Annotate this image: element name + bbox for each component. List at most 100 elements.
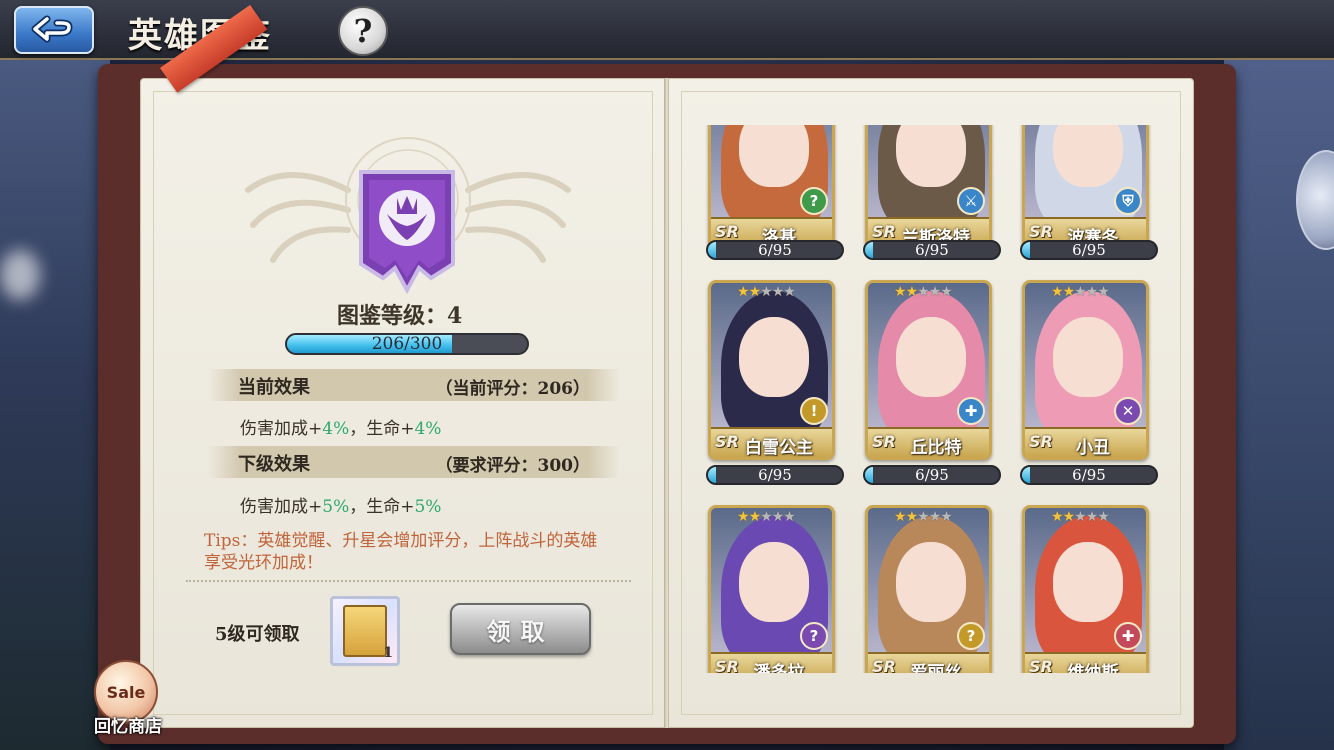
star-icon: ★ — [940, 284, 953, 300]
hero-rarity: SR — [872, 222, 896, 241]
hero-card[interactable]: ★★★★★! SR 白雪公主 — [708, 280, 835, 460]
current-effect-header: 当前效果 （当前评分：206） — [208, 369, 620, 401]
hero-face — [1053, 125, 1123, 187]
hero-rarity: SR — [872, 432, 896, 451]
star-icon: ★ — [771, 509, 785, 525]
cross-icon: ✚ — [1114, 622, 1142, 650]
hero-card[interactable]: ★★★★★ ✚ SR 丘比特 — [865, 280, 992, 460]
hero-name-plate: SR 白雪公主 — [711, 427, 832, 458]
hero-card[interactable]: ★★★★★?SR洛基 — [708, 125, 835, 250]
effect-damage-label: 伤害加成+ — [240, 497, 323, 517]
hero-fragment-text: 6/95 — [1072, 466, 1106, 484]
hero-name: 维纳斯 — [1067, 663, 1119, 673]
hero-face — [739, 542, 809, 622]
star-icon: ★ — [1051, 509, 1064, 525]
star-icon: ★ — [783, 509, 796, 525]
hero-rarity: SR — [1029, 657, 1053, 673]
blade-icon: ! — [800, 397, 828, 425]
hero-fragment-bar: 6/95 — [706, 465, 844, 485]
hero-name-plate: SR 丘比特 — [868, 427, 989, 457]
question-icon: ? — [800, 187, 828, 215]
star-icon: ★ — [1097, 284, 1110, 300]
collection-level-label: 图鉴等级：4 — [337, 303, 463, 329]
hero-face — [739, 317, 809, 397]
star-icon: ★ — [894, 284, 907, 300]
question-icon: ? — [957, 622, 985, 650]
hero-card[interactable]: ★★★★★ ✕ SR 小丑 — [1022, 280, 1149, 460]
effect-damage-value: 4% — [322, 419, 350, 439]
star-icon: ★ — [760, 284, 773, 300]
next-effect-title: 下级效果 — [238, 454, 310, 475]
star-icon: ★ — [928, 509, 942, 525]
crossed-swords-icon: ✕ — [1114, 397, 1142, 425]
hero-face — [1053, 542, 1123, 622]
hero-rarity: SR — [872, 657, 896, 673]
hero-fragment-text: 6/95 — [1072, 241, 1106, 259]
hero-name-plate: SR 潘多拉 — [711, 652, 832, 673]
hero-star-rating: ★★★★★ — [737, 509, 796, 525]
hero-name: 白雪公主 — [745, 438, 813, 458]
current-effect-title: 当前效果 — [238, 377, 310, 398]
hero-fragment-bar: 6/95 — [1020, 240, 1158, 260]
star-icon: ★ — [1085, 509, 1099, 525]
hero-card[interactable]: ★★★★★⚔SR兰斯洛特 — [865, 125, 992, 250]
hero-star-rating: ★★★★★ — [737, 284, 796, 300]
current-effect-line: 伤害加成+4%，生命+4% — [240, 414, 441, 439]
hero-name-plate: SR 维纳斯 — [1025, 652, 1146, 673]
star-icon: ★ — [1062, 509, 1076, 525]
sword-icon: ⚔ — [957, 187, 985, 215]
star-icon: ★ — [917, 284, 930, 300]
help-button[interactable]: ? — [338, 6, 388, 56]
effect-hp-label: ，生命+ — [349, 419, 415, 439]
hero-fragment-bar: 6/95 — [1020, 465, 1158, 485]
memory-shop-label: 回忆商店 — [94, 717, 162, 737]
hero-portrait: ★★★★★ ✕ SR 小丑 — [1022, 280, 1149, 460]
star-icon: ★ — [1085, 284, 1099, 300]
hero-card[interactable]: ★★★★★? SR 潘多拉 — [708, 505, 835, 673]
star-icon: ★ — [748, 509, 762, 525]
star-icon: ★ — [1062, 284, 1076, 300]
hero-face — [896, 317, 966, 397]
effect-hp-value: 4% — [414, 419, 442, 439]
shield-icon: ⛨ — [1114, 187, 1142, 215]
hero-portrait: ★★★★★ ✚ SR 丘比特 — [865, 280, 992, 460]
effect-hp-label: ，生命+ — [349, 497, 415, 517]
hero-face — [1053, 317, 1123, 397]
hero-portrait: ★★★★★?SR洛基 — [708, 125, 835, 250]
hero-rarity: SR — [1029, 432, 1053, 451]
hero-name: 潘多拉 — [753, 663, 805, 673]
hero-rarity: SR — [1029, 222, 1053, 241]
star-icon: ★ — [783, 284, 796, 300]
next-effect-header: 下级效果 （要求评分：300） — [208, 446, 620, 478]
star-icon: ★ — [917, 509, 930, 525]
hero-card[interactable]: ★★★★★? SR 爱丽丝 — [865, 505, 992, 673]
effect-hp-value: 5% — [414, 497, 442, 517]
dotted-divider — [186, 580, 631, 582]
star-icon: ★ — [1097, 509, 1110, 525]
hero-rarity: SR — [715, 432, 739, 451]
star-icon: ★ — [1074, 509, 1087, 525]
hero-card[interactable]: ★★★★★⛨SR波塞冬 — [1022, 125, 1149, 250]
collection-progress-text: 206/300 — [371, 334, 443, 354]
hero-portrait: ★★★★★? SR 潘多拉 — [708, 505, 835, 673]
hero-rarity: SR — [715, 657, 739, 673]
hero-rarity: SR — [715, 222, 739, 241]
star-icon: ★ — [737, 284, 750, 300]
memory-shop-button[interactable]: Sale 回忆商店 — [88, 660, 164, 737]
reward-item[interactable]: 1 — [330, 596, 400, 666]
reward-count: 1 — [383, 645, 393, 661]
effect-damage-value: 5% — [322, 497, 350, 517]
star-icon: ★ — [1051, 284, 1064, 300]
background-left — [0, 60, 110, 750]
hero-portrait: ★★★★★ ✚ SR 维纳斯 — [1022, 505, 1149, 673]
tips-text: Tips：英雄觉醒、升星会增加评分，上阵战斗的英雄享受光环加成！ — [204, 531, 598, 573]
effect-damage-label: 伤害加成+ — [240, 419, 323, 439]
hero-card[interactable]: ★★★★★ ✚ SR 维纳斯 — [1022, 505, 1149, 673]
claim-button[interactable]: 领取 — [450, 603, 591, 655]
hero-portrait: ★★★★★⛨SR波塞冬 — [1022, 125, 1149, 250]
star-icon: ★ — [1074, 284, 1087, 300]
reward-card-icon — [343, 605, 387, 657]
cross-icon: ✚ — [957, 397, 985, 425]
back-button[interactable] — [14, 6, 94, 54]
star-icon: ★ — [737, 509, 750, 525]
